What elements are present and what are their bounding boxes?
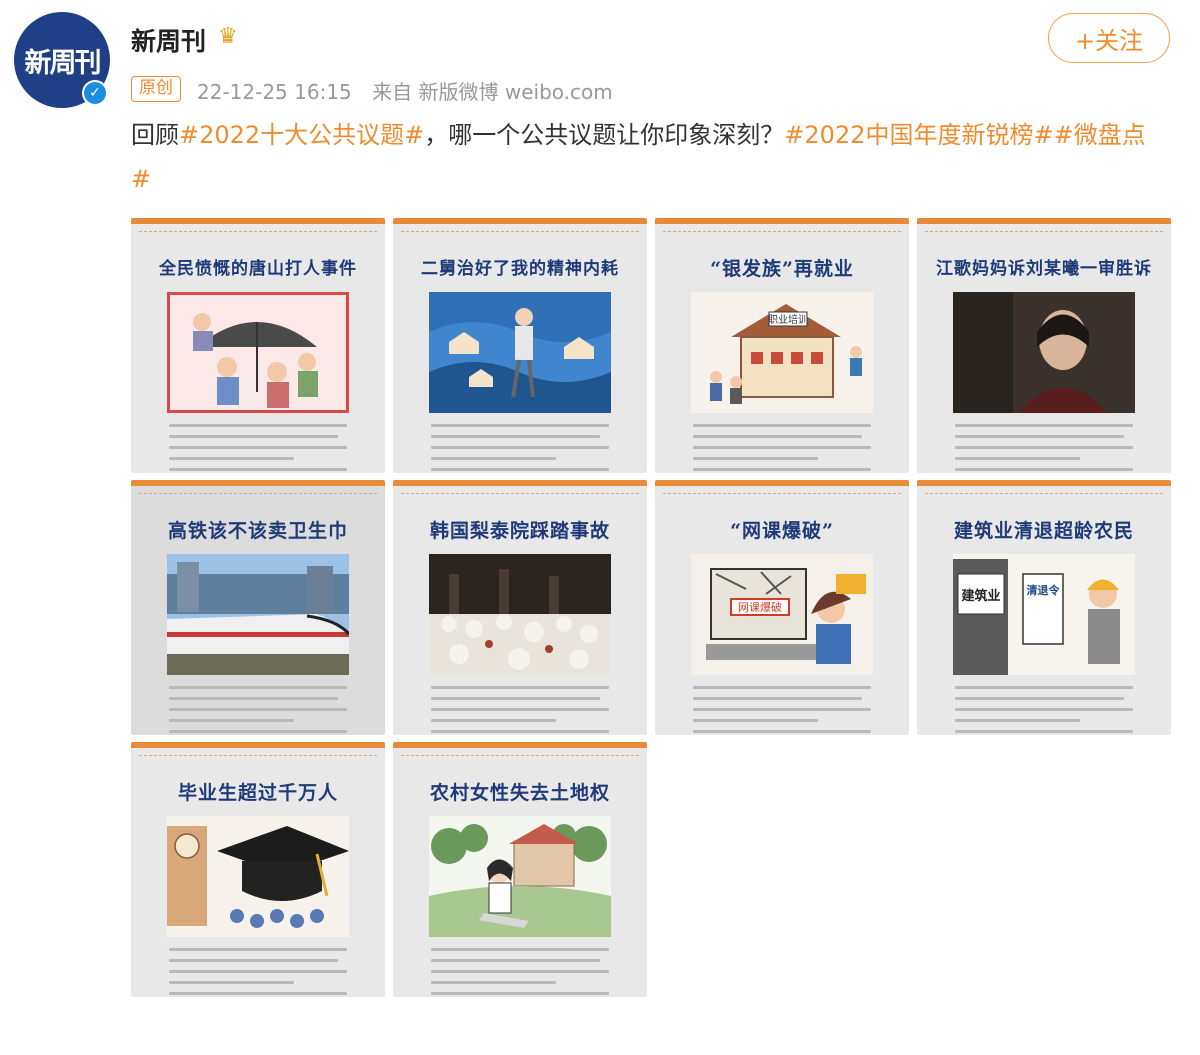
card-body-text bbox=[955, 424, 1133, 473]
card-title: 毕业生超过千万人 bbox=[177, 782, 338, 804]
illustration-training-house: 职业培训 bbox=[691, 292, 873, 413]
illustration-rural-woman bbox=[429, 816, 611, 937]
illustration-online-class: 网课爆破 bbox=[691, 554, 873, 675]
card-body-text bbox=[169, 424, 347, 473]
card-body-text bbox=[693, 686, 871, 735]
account-name[interactable]: 新周刊 bbox=[131, 22, 206, 58]
topic-tag-1[interactable]: #2022十大公共议题# bbox=[179, 121, 424, 149]
card-body-text bbox=[169, 686, 347, 735]
card-title: 韩国梨泰院踩踏事故 bbox=[429, 520, 610, 542]
card-title: 二舅治好了我的精神内耗 bbox=[421, 259, 619, 279]
order-sign: 清退令 bbox=[1027, 583, 1061, 597]
post-time[interactable]: 22-12-25 16:15 bbox=[197, 80, 352, 104]
photo-portrait bbox=[953, 292, 1135, 413]
illustration-construction-order: 建筑业 清退令 bbox=[953, 554, 1135, 675]
card-title: 建筑业清退超龄农民 bbox=[953, 520, 1134, 542]
image-card-1[interactable]: 全民愤慨的唐山打人事件 bbox=[131, 218, 385, 473]
verified-icon: ✓ bbox=[82, 80, 108, 106]
photo-high-speed-train bbox=[167, 554, 349, 675]
card-title: 高铁该不该卖卫生巾 bbox=[167, 520, 348, 542]
card-body-text bbox=[955, 686, 1133, 735]
illustration-umbrella bbox=[167, 292, 349, 413]
net-class-sign: 网课爆破 bbox=[738, 600, 782, 614]
card-title: 农村女性失去土地权 bbox=[429, 782, 610, 804]
image-card-8[interactable]: 建筑业清退超龄农民 建筑业 清退令 bbox=[917, 480, 1171, 735]
card-body-text bbox=[693, 424, 871, 473]
card-title: “银发族”再就业 bbox=[710, 258, 854, 280]
card-body-text bbox=[431, 424, 609, 473]
card-body-text bbox=[431, 948, 609, 997]
crown-icon: ♛ bbox=[218, 24, 238, 49]
image-card-10[interactable]: 农村女性失去土地权 bbox=[393, 742, 647, 997]
post-prefix: 回顾 bbox=[131, 121, 179, 149]
topic-tag-2[interactable]: #2022中国年度新锐榜# bbox=[784, 121, 1053, 149]
original-badge: 原创 bbox=[131, 76, 181, 102]
card-title: “网课爆破” bbox=[730, 520, 834, 542]
follow-button[interactable]: +关注 bbox=[1048, 13, 1170, 63]
image-card-3[interactable]: “银发族”再就业 职业培训 bbox=[655, 218, 909, 473]
construction-sign: 建筑业 bbox=[961, 588, 1000, 604]
post-middle: ，哪一个公共议题让你印象深刻？ bbox=[424, 121, 785, 149]
post-text: 回顾#2022十大公共议题#，哪一个公共议题让你印象深刻？#2022中国年度新锐… bbox=[131, 113, 1161, 201]
image-card-4[interactable]: 江歌妈妈诉刘某曦一审胜诉 bbox=[917, 218, 1171, 473]
illustration-uncle bbox=[429, 292, 611, 413]
image-card-5[interactable]: 高铁该不该卖卫生巾 bbox=[131, 480, 385, 735]
image-card-2[interactable]: 二舅治好了我的精神内耗 bbox=[393, 218, 647, 473]
post-source: 来自 新版微博 weibo.com bbox=[372, 80, 613, 104]
image-card-7[interactable]: “网课爆破” 网课爆破 bbox=[655, 480, 909, 735]
card-body-text bbox=[431, 686, 609, 735]
post-meta: 22-12-25 16:15 来自 新版微博 weibo.com bbox=[197, 76, 627, 105]
card-title: 全民愤慨的唐山打人事件 bbox=[159, 259, 357, 279]
illustration-graduation-cap bbox=[167, 816, 349, 937]
card-title: 江歌妈妈诉刘某曦一审胜诉 bbox=[936, 259, 1152, 279]
photo-flowers-memorial bbox=[429, 554, 611, 675]
card-body-text bbox=[169, 948, 347, 997]
training-sign: 职业培训 bbox=[768, 313, 808, 326]
avatar-text: 新周刊 bbox=[24, 47, 102, 79]
image-card-9[interactable]: 毕业生超过千万人 bbox=[131, 742, 385, 997]
image-card-6[interactable]: 韩国梨泰院踩踏事故 bbox=[393, 480, 647, 735]
